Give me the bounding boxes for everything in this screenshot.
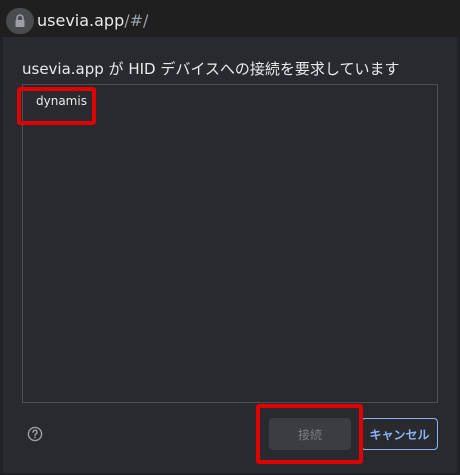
highlight-box-connect <box>256 404 363 464</box>
lock-icon-glyph <box>15 14 25 27</box>
help-icon-glyph <box>27 426 43 442</box>
url-host: usevia.app <box>37 11 125 30</box>
dialog-title: usevia.app が HID デバイスへの接続を要求しています <box>22 60 400 78</box>
help-circle-icon[interactable] <box>27 426 43 442</box>
highlight-box-device <box>17 87 96 125</box>
address-bar[interactable]: usevia.app/#/ <box>0 0 460 38</box>
cancel-button[interactable]: キャンセル <box>361 418 438 450</box>
device-list[interactable]: dynamis <box>22 84 438 403</box>
hid-device-chooser-dialog: usevia.app が HID デバイスへの接続を要求しています dynami… <box>3 37 457 473</box>
url-path: /#/ <box>124 11 149 30</box>
lock-icon[interactable] <box>6 8 34 34</box>
url-text[interactable]: usevia.app/#/ <box>37 11 148 30</box>
